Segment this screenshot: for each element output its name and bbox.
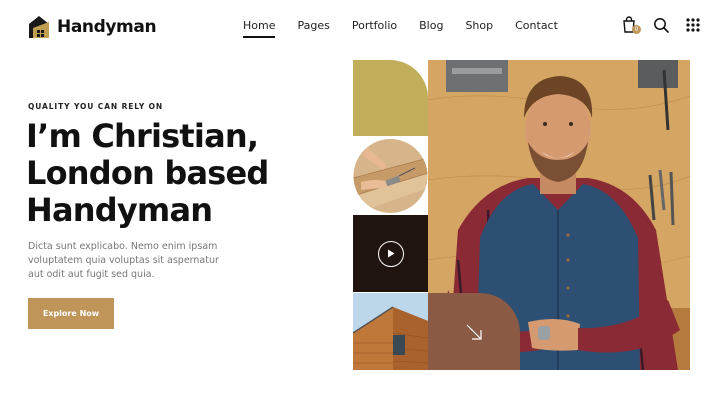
explore-now-button[interactable]: Explore Now bbox=[28, 298, 114, 329]
nav-item-pages[interactable]: Pages bbox=[297, 19, 329, 38]
nav-item-shop[interactable]: Shop bbox=[465, 19, 493, 38]
play-button[interactable] bbox=[377, 240, 404, 267]
grid-menu-icon[interactable] bbox=[684, 16, 702, 34]
hero-title-line: I’m Christian, bbox=[26, 117, 259, 155]
arrow-tile[interactable] bbox=[428, 293, 520, 370]
logo[interactable]: Handyman bbox=[27, 14, 157, 40]
woodwork-image bbox=[353, 138, 428, 214]
hero-title-line: Handyman bbox=[26, 191, 213, 229]
search-icon[interactable] bbox=[652, 16, 670, 34]
play-icon bbox=[387, 249, 394, 258]
nav-item-portfolio[interactable]: Portfolio bbox=[352, 19, 397, 38]
nav-item-blog[interactable]: Blog bbox=[419, 19, 443, 38]
house-logo-icon bbox=[27, 14, 51, 40]
hero-title-line: London based bbox=[26, 154, 269, 192]
hero-title: I’m Christian, London based Handyman bbox=[26, 118, 346, 229]
nav-item-home[interactable]: Home bbox=[243, 19, 276, 38]
video-tile bbox=[353, 215, 428, 292]
nav-item-contact[interactable]: Contact bbox=[515, 19, 558, 38]
arrow-down-right-icon bbox=[466, 324, 482, 340]
hero-description: Dicta sunt explicabo. Nemo enim ipsam vo… bbox=[28, 241, 219, 280]
house-image bbox=[353, 293, 428, 370]
logo-text: Handyman bbox=[57, 17, 157, 37]
header-actions: 0 bbox=[620, 16, 702, 34]
main-nav: Home Pages Portfolio Blog Shop Contact bbox=[243, 19, 580, 38]
hero-eyebrow: QUALITY YOU CAN RELY ON bbox=[28, 102, 164, 111]
cart-icon[interactable]: 0 bbox=[620, 16, 641, 34]
olive-tile bbox=[353, 60, 428, 136]
cart-count-badge: 0 bbox=[632, 25, 641, 34]
site-header: Handyman Home Pages Portfolio Blog Shop … bbox=[0, 0, 720, 56]
